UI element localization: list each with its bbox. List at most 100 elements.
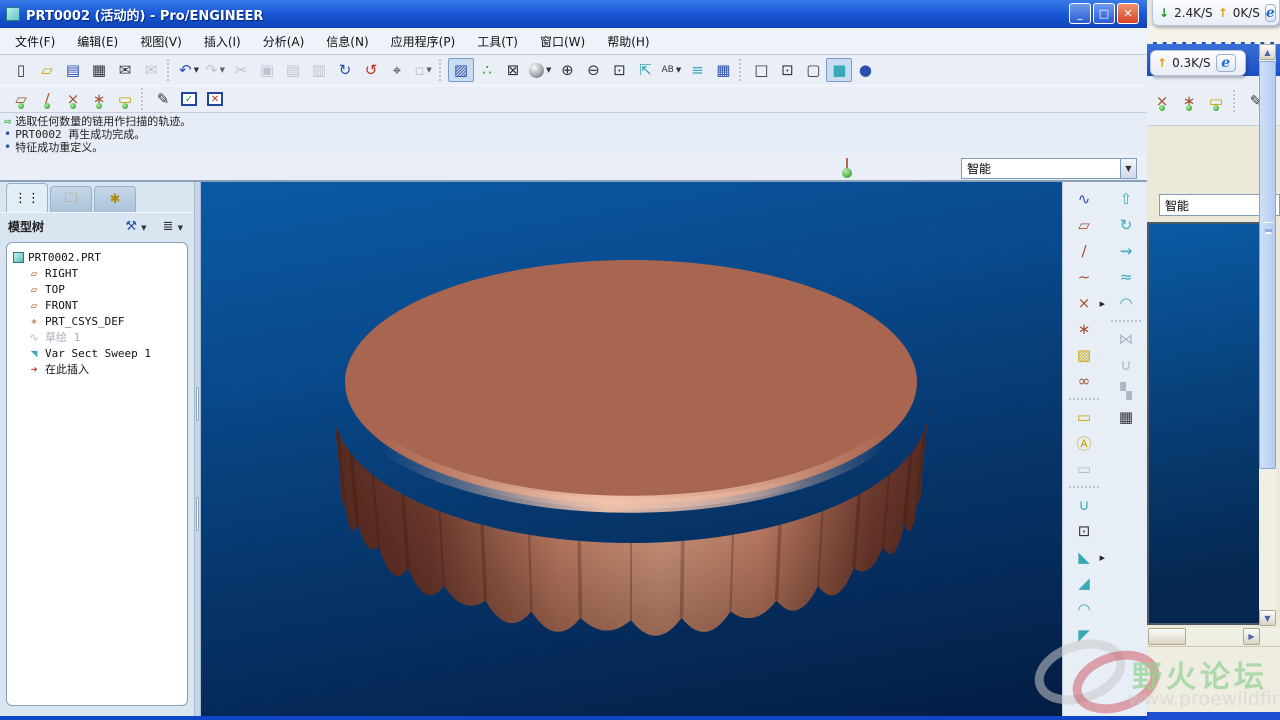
point-display-icon[interactable]: × [60, 87, 86, 111]
menu-applications[interactable]: 应用程序(P) [380, 29, 467, 54]
datum-point-icon[interactable]: ×▶ [1070, 290, 1098, 316]
datum-axis-icon[interactable]: ∕ [1070, 238, 1098, 264]
hole-icon[interactable]: ∪ [1070, 492, 1098, 518]
tree-item-part[interactable]: PRT0002.PRT [9, 249, 185, 265]
cut-icon[interactable]: ✂ [228, 58, 254, 82]
datum-plane-display-icon[interactable]: ▱ [8, 87, 34, 111]
print-icon[interactable]: ▦ [86, 58, 112, 82]
tree-item-top[interactable]: ▱TOP [9, 281, 185, 297]
boundary-blend-icon[interactable]: ◠ [1112, 290, 1140, 316]
mirror-icon[interactable]: ⋈ [1112, 326, 1140, 352]
bg-csys-display-icon[interactable]: ∗ [1176, 89, 1202, 113]
redo-icon[interactable]: ↷▼ [202, 58, 228, 82]
menu-file[interactable]: 文件(F) [4, 29, 66, 54]
close-button[interactable]: ✕ [1117, 3, 1139, 24]
bg-point-display-icon[interactable]: × [1149, 89, 1175, 113]
zoom-out-icon[interactable]: ⊖ [580, 58, 606, 82]
find-icon[interactable]: ⌖ [384, 58, 410, 82]
horizontal-scrollbar-thumb[interactable] [1148, 628, 1186, 645]
model-bottle-cap[interactable] [201, 182, 1062, 716]
blend-icon[interactable]: ≈ [1112, 264, 1140, 290]
maximize-button[interactable]: □ [1093, 3, 1115, 24]
shell-icon[interactable]: ⊡ [1070, 518, 1098, 544]
graphics-viewport[interactable] [201, 182, 1062, 716]
regenerate-icon[interactable]: ↻ [332, 58, 358, 82]
minimize-button[interactable]: _ [1069, 3, 1091, 24]
vertical-scrollbar-thumb[interactable] [1259, 61, 1276, 469]
ie-icon[interactable]: e [1265, 4, 1276, 22]
menu-info[interactable]: 信息(N) [315, 29, 379, 54]
extrude-icon[interactable]: ⇧ [1112, 186, 1140, 212]
sketch-tool-icon[interactable]: ✎ [150, 87, 176, 111]
activate-window-icon[interactable]: ✓ [176, 87, 202, 111]
datum-plane-icon[interactable]: ▱ [1070, 212, 1098, 238]
scroll-right-button[interactable]: ▶ [1243, 628, 1260, 645]
notes-disabled-icon[interactable]: ▭ [1070, 456, 1098, 482]
chain-link-icon[interactable]: ∞ [1070, 368, 1098, 394]
csys-display-icon[interactable]: ∗ [86, 87, 112, 111]
field-point-icon[interactable]: ▨ [1070, 342, 1098, 368]
scroll-down-button[interactable]: ▼ [1259, 610, 1276, 626]
tab-model-tree[interactable]: ⋮⋮ [6, 183, 48, 212]
sweep-icon[interactable]: ⇝ [1112, 238, 1140, 264]
menu-help[interactable]: 帮助(H) [596, 29, 660, 54]
datum-csys-icon[interactable]: ∗ [1070, 316, 1098, 342]
open-file-icon[interactable]: ▱ [34, 58, 60, 82]
tree-item-front[interactable]: ▱FRONT [9, 297, 185, 313]
selection-buffer-icon[interactable]: ∴ [474, 58, 500, 82]
merge-icon[interactable]: ∪ [1112, 352, 1140, 378]
datum-axis-display-icon[interactable]: ∕ [34, 87, 60, 111]
tree-item-right[interactable]: ▱RIGHT [9, 265, 185, 281]
tree-settings-button[interactable]: ≣ ▼ [160, 218, 186, 235]
paste-special-icon[interactable]: ▥ [306, 58, 332, 82]
orient-mode-icon[interactable]: ⇱ [632, 58, 658, 82]
note-icon[interactable]: ▭ [1070, 404, 1098, 430]
chamfer-icon[interactable]: ◤ [1070, 622, 1098, 648]
tree-tools-button[interactable]: ⚒ ▼ [122, 218, 149, 235]
select-region-icon[interactable]: ▫▼ [410, 58, 436, 82]
tree-item-sweep[interactable]: ◥Var Sect Sweep 1 [9, 345, 185, 361]
shaded-icon[interactable]: ■ [826, 58, 852, 82]
email-icon[interactable]: ✉ [112, 58, 138, 82]
menu-analysis[interactable]: 分析(A) [252, 29, 316, 54]
selection-filter-combobox[interactable]: 智能 ▼ [961, 158, 1137, 179]
hidden-line-icon[interactable]: ⊡ [774, 58, 800, 82]
revolve-icon[interactable]: ↻ [1112, 212, 1140, 238]
balloon-note-icon[interactable]: Ⓐ [1070, 430, 1098, 456]
title-bar[interactable]: PRT0002 (活动的) - Pro/ENGINEER _ □ ✕ [0, 0, 1147, 28]
reorient-view-icon[interactable]: ⊠ [500, 58, 526, 82]
view-manager-icon[interactable]: ▦ [710, 58, 736, 82]
netspeed-overlay[interactable]: ↓ 2.4K/S ↑ 0K/S e [1152, 0, 1280, 26]
no-hidden-icon[interactable]: ▢ [800, 58, 826, 82]
pattern-icon[interactable]: ▦ [1112, 404, 1140, 430]
datum-curve-icon[interactable]: ∼ [1070, 264, 1098, 290]
menu-edit[interactable]: 编辑(E) [66, 29, 129, 54]
netspeed-overlay-2[interactable]: ↑ 0.3K/S e [1150, 50, 1246, 76]
menu-view[interactable]: 视图(V) [129, 29, 193, 54]
paste-icon[interactable]: ▤ [280, 58, 306, 82]
new-file-icon[interactable]: ▯ [8, 58, 34, 82]
enhanced-realism-icon[interactable]: ● [852, 58, 878, 82]
saved-views-icon[interactable]: AB▼ [658, 58, 684, 82]
wireframe-icon[interactable]: □ [748, 58, 774, 82]
ie-icon[interactable]: e [1216, 54, 1236, 72]
tab-favorites[interactable]: ✱ [94, 186, 136, 212]
rib-icon[interactable]: ◣▶ [1070, 544, 1098, 570]
trim-icon[interactable]: ▚ [1112, 378, 1140, 404]
menu-window[interactable]: 窗口(W) [529, 29, 596, 54]
round-icon[interactable]: ◠ [1070, 596, 1098, 622]
refit-icon[interactable]: ⊡ [606, 58, 632, 82]
sketcher-display-icon[interactable]: ▨ [448, 58, 474, 82]
regeneration-status-icon[interactable] [842, 158, 854, 178]
save-icon[interactable]: ▤ [60, 58, 86, 82]
annotation-display-icon[interactable]: ▭ [112, 87, 138, 111]
splitter-handle[interactable] [196, 387, 199, 421]
horizontal-scrollbar[interactable]: ▶ [1147, 628, 1280, 645]
regenerate-manager-icon[interactable]: ↺ [358, 58, 384, 82]
display-style-icon[interactable]: ▼ [526, 58, 554, 82]
undo-icon[interactable]: ↶▼ [176, 58, 202, 82]
tree-item-sketch1[interactable]: ∿草绘 1 [9, 329, 185, 345]
scroll-up-button[interactable]: ▲ [1259, 44, 1276, 60]
sketched-curve-icon[interactable]: ∿ [1070, 186, 1098, 212]
tree-item-insert-here[interactable]: ➜在此插入 [9, 361, 185, 377]
